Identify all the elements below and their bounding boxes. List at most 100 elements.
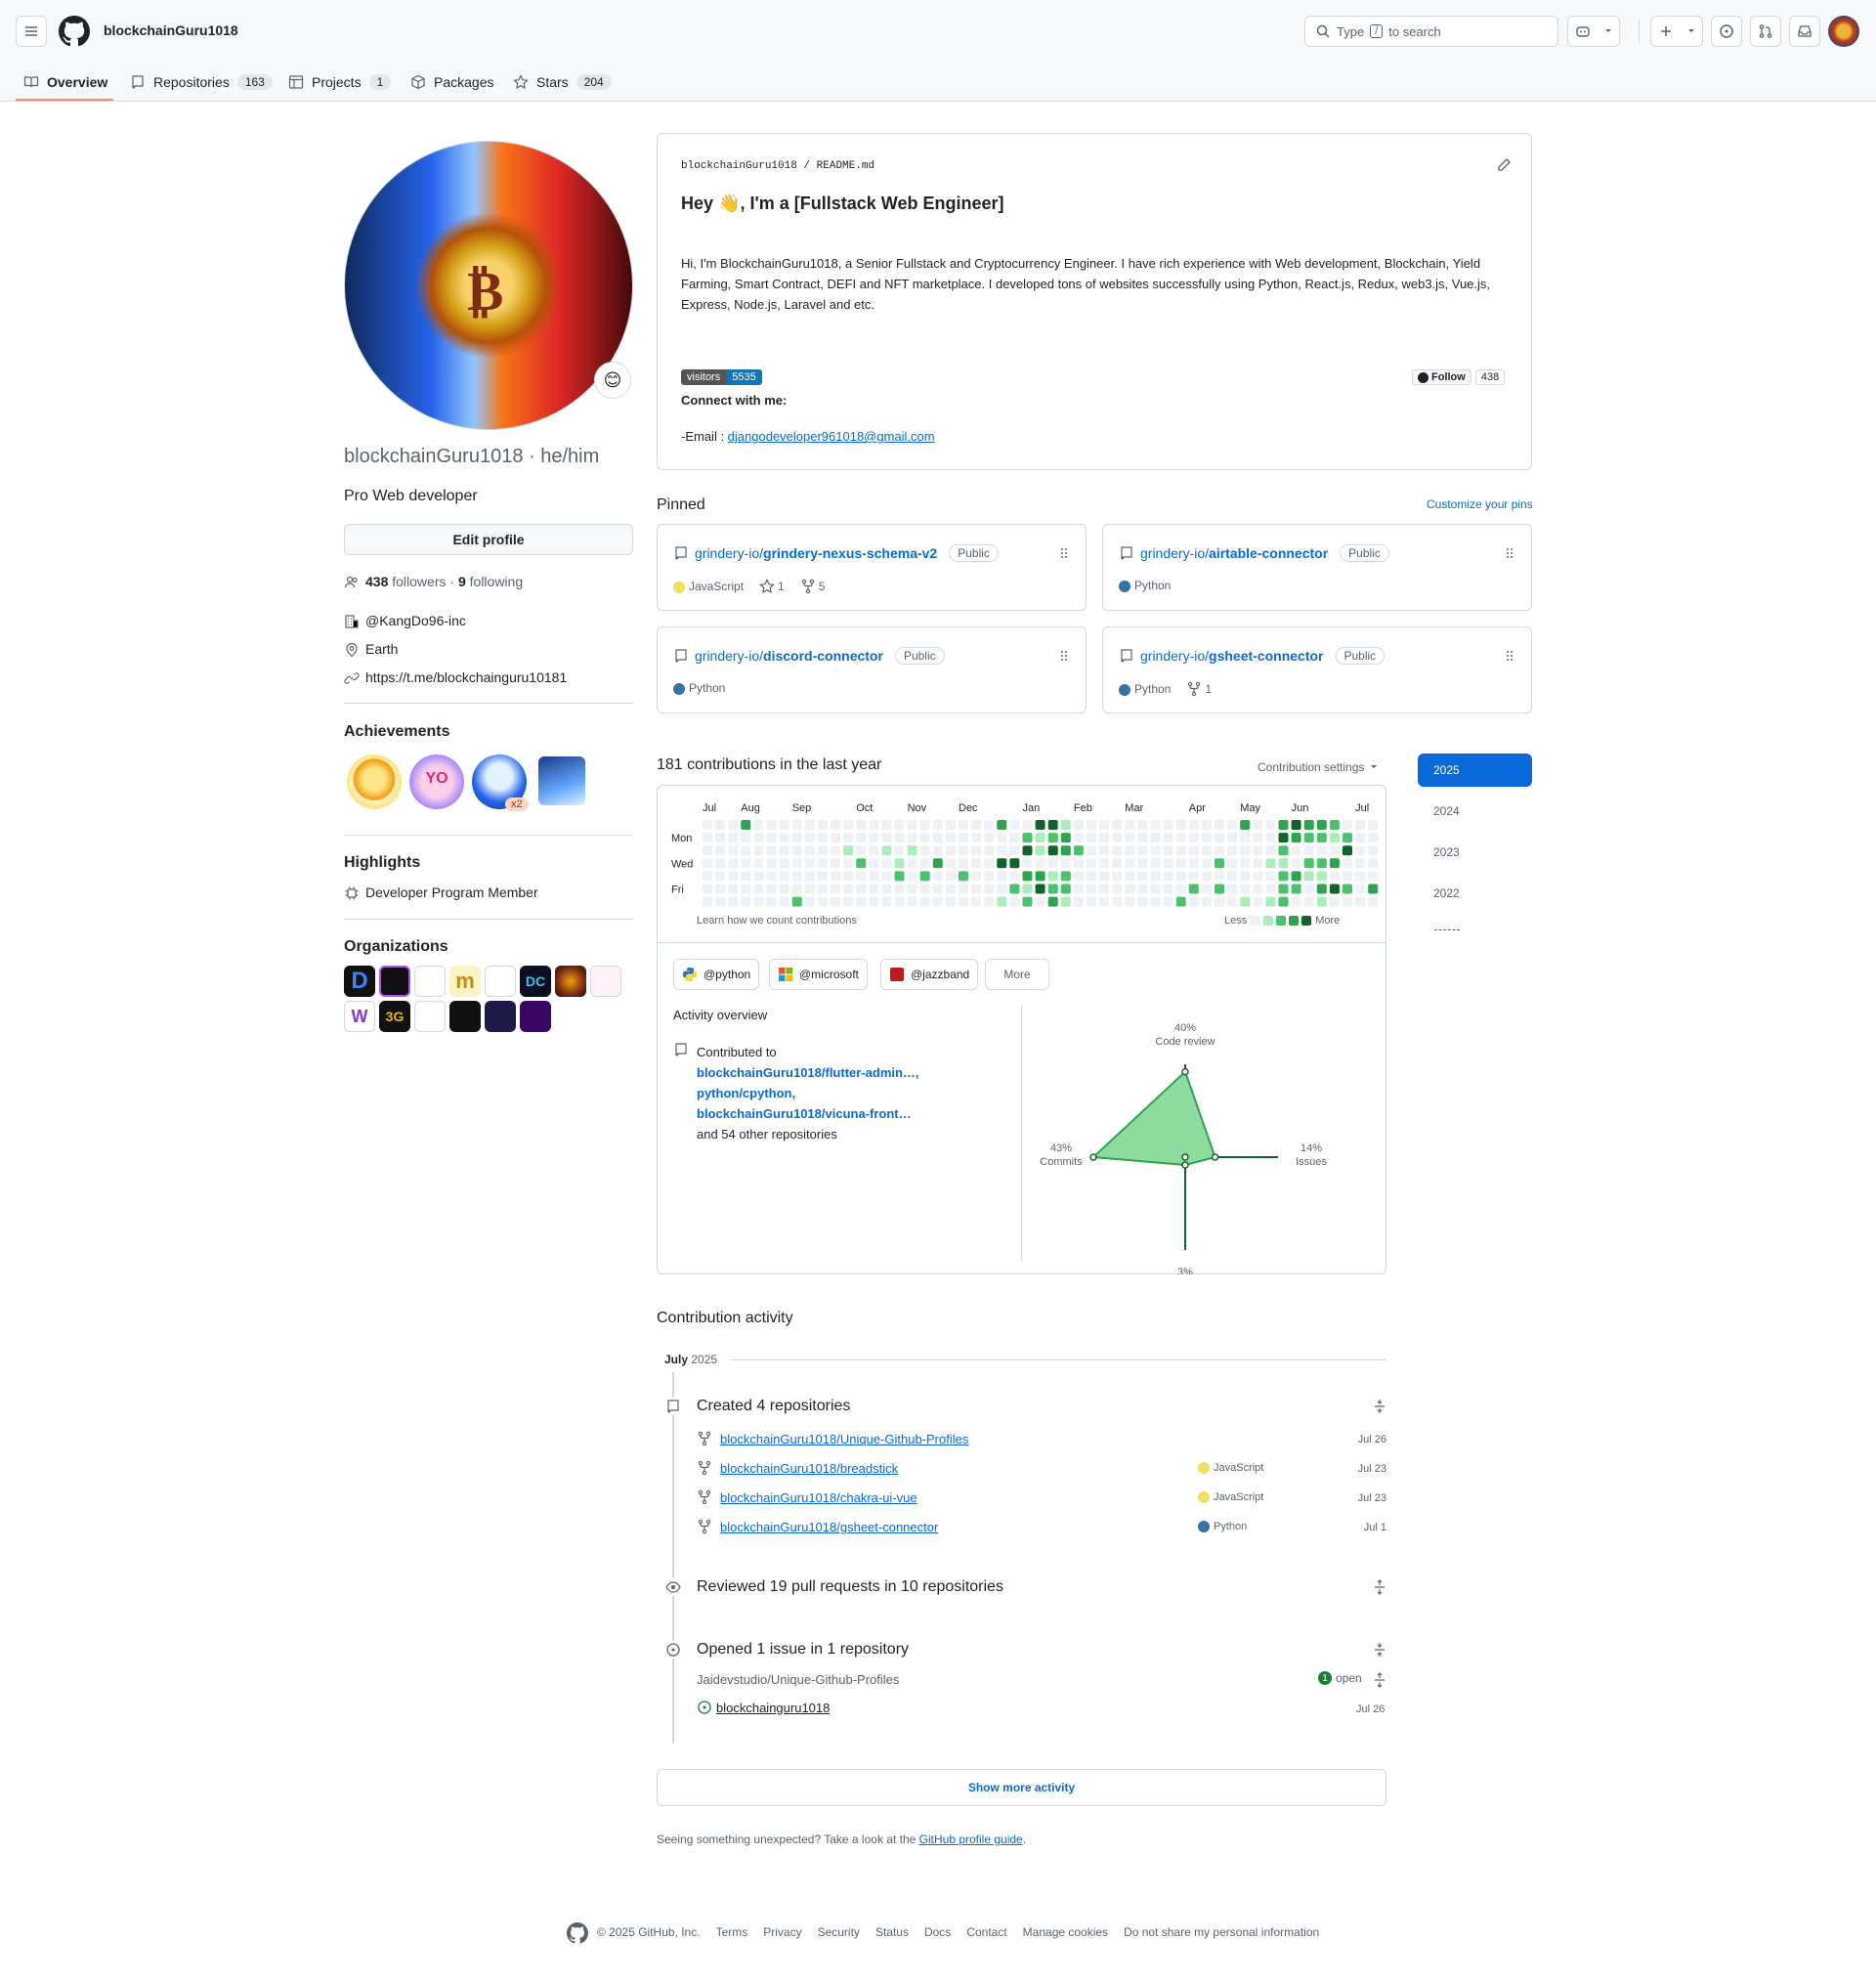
contribution-day[interactable] (1175, 845, 1186, 856)
contribution-day[interactable] (945, 858, 956, 869)
contribution-day[interactable] (1047, 820, 1058, 830)
contribution-day[interactable] (1291, 833, 1301, 843)
contribution-day[interactable] (907, 858, 917, 869)
contribution-day[interactable] (1227, 833, 1238, 843)
contribution-day[interactable] (1087, 833, 1096, 843)
contribution-day[interactable] (1022, 884, 1033, 894)
contribution-day[interactable] (715, 833, 726, 843)
contribution-day[interactable] (919, 871, 930, 882)
contribution-day[interactable] (1278, 884, 1289, 894)
contribution-day[interactable] (1099, 820, 1110, 830)
org-avatar[interactable] (485, 966, 516, 997)
contribution-day[interactable] (971, 896, 982, 907)
contribution-day[interactable] (1150, 820, 1161, 830)
contribution-day[interactable] (1087, 884, 1096, 894)
contribution-day[interactable] (1303, 833, 1314, 843)
contribution-day[interactable] (894, 833, 905, 843)
contribution-day[interactable] (856, 884, 867, 894)
created-repo-link[interactable]: blockchainGuru1018/Unique-Github-Profile… (720, 1432, 968, 1446)
contribution-day[interactable] (804, 896, 815, 907)
contribution-day[interactable] (741, 884, 751, 894)
contribution-day[interactable] (804, 858, 815, 869)
contribution-day[interactable] (907, 845, 917, 856)
contribution-day[interactable] (1253, 858, 1263, 869)
contribution-day[interactable] (1355, 884, 1366, 894)
contribution-day[interactable] (1047, 871, 1058, 882)
contribution-day[interactable] (1355, 820, 1366, 830)
contribution-day[interactable] (856, 896, 867, 907)
contribution-day[interactable] (869, 884, 879, 894)
reviewed-title[interactable]: Reviewed 19 pull requests in 10 reposito… (697, 1578, 1003, 1596)
contribution-day[interactable] (1175, 820, 1186, 830)
contribution-day[interactable] (1316, 845, 1327, 856)
footer-link-terms[interactable]: Terms (716, 1925, 748, 1939)
contribution-day[interactable] (715, 884, 726, 894)
contribution-day[interactable] (984, 871, 995, 882)
readme-path-user[interactable]: blockchainGuru1018 (681, 160, 797, 172)
contribution-day[interactable] (932, 858, 943, 869)
contribution-day[interactable] (1343, 820, 1352, 830)
contribution-day[interactable] (997, 884, 1007, 894)
contribution-day[interactable] (1047, 884, 1058, 894)
contribution-day[interactable] (894, 820, 905, 830)
contribution-day[interactable] (703, 896, 712, 907)
contribution-day[interactable] (1303, 845, 1314, 856)
contribution-day[interactable] (843, 845, 854, 856)
contribution-day[interactable] (1009, 833, 1020, 843)
contribution-day[interactable] (1227, 858, 1238, 869)
contribution-day[interactable] (1253, 845, 1263, 856)
contribution-day[interactable] (1035, 845, 1045, 856)
learn-contributions-link[interactable]: Learn how we count contributions (697, 915, 857, 927)
follow-badge[interactable]: Follow 438 (1412, 369, 1506, 385)
expand-button[interactable] (1372, 1579, 1387, 1595)
contribution-day[interactable] (997, 833, 1007, 843)
contribution-day[interactable] (1125, 845, 1135, 856)
contribution-day[interactable] (1227, 884, 1238, 894)
contribution-day[interactable] (919, 833, 930, 843)
contribution-day[interactable] (1201, 896, 1212, 907)
contribution-day[interactable] (1329, 896, 1340, 907)
contribution-day[interactable] (971, 845, 982, 856)
repo-stars[interactable]: 1 (759, 579, 785, 594)
readme-path-file[interactable]: README.md (817, 160, 874, 172)
contribution-day[interactable] (1265, 884, 1276, 894)
contribution-day[interactable] (766, 833, 777, 843)
contribution-day[interactable] (766, 858, 777, 869)
contribution-day[interactable] (1009, 884, 1020, 894)
contribution-day[interactable] (1087, 871, 1096, 882)
drag-handle-icon[interactable] (1058, 546, 1070, 560)
contribution-day[interactable] (817, 820, 828, 830)
contribution-day[interactable] (856, 845, 867, 856)
contribution-day[interactable] (1035, 833, 1045, 843)
contribution-day[interactable] (1316, 858, 1327, 869)
contribution-day[interactable] (919, 858, 930, 869)
org-avatar[interactable] (590, 966, 621, 997)
contribution-day[interactable] (869, 858, 879, 869)
contribution-day[interactable] (1265, 845, 1276, 856)
contribution-day[interactable] (831, 858, 840, 869)
contribution-day[interactable] (1368, 820, 1379, 830)
org-avatar[interactable] (449, 1001, 481, 1032)
achievements-title[interactable]: Achievements (344, 723, 450, 741)
contribution-day[interactable] (703, 871, 712, 882)
contribution-day[interactable] (728, 820, 739, 830)
contribution-day[interactable] (984, 858, 995, 869)
contribution-day[interactable] (971, 858, 982, 869)
contribution-day[interactable] (804, 833, 815, 843)
contribution-day[interactable] (1137, 858, 1148, 869)
tab-projects[interactable]: Projects 1 (288, 63, 392, 102)
contribution-day[interactable] (1112, 820, 1123, 830)
contribution-day[interactable] (779, 820, 789, 830)
contribution-day[interactable] (1087, 845, 1096, 856)
contribution-day[interactable] (894, 884, 905, 894)
contribution-settings-button[interactable]: Contribution settings (1258, 760, 1378, 774)
contribution-day[interactable] (984, 845, 995, 856)
contribution-day[interactable] (1265, 871, 1276, 882)
contributed-repo-link[interactable]: blockchainGuru1018/vicuna-front… (697, 1103, 919, 1124)
contribution-day[interactable] (881, 833, 892, 843)
created-repo-link[interactable]: blockchainGuru1018/chakra-ui-vue (720, 1490, 917, 1505)
contribution-day[interactable] (1022, 858, 1033, 869)
contribution-day[interactable] (1087, 896, 1096, 907)
contribution-day[interactable] (1316, 820, 1327, 830)
contribution-day[interactable] (1175, 871, 1186, 882)
